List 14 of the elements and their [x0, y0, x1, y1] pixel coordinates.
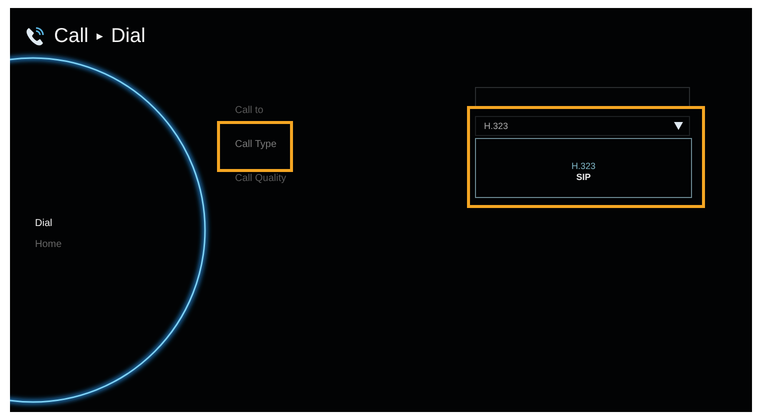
call-type-dropdown[interactable]: H.323 — [475, 116, 690, 136]
field-label: Call Quality — [235, 173, 286, 184]
sidebar-item[interactable]: Home — [35, 239, 62, 250]
field-label: Call to — [235, 105, 264, 116]
field-label: Call Type — [235, 139, 277, 150]
breadcrumb-section: Call — [54, 24, 88, 48]
sidebar-item[interactable]: Dial — [35, 218, 52, 229]
caret-down-icon — [674, 122, 683, 130]
breadcrumb-separator: ▸ — [96, 28, 103, 44]
breadcrumb-page: Dial — [110, 24, 146, 48]
phone-icon — [24, 25, 46, 47]
dropdown-option[interactable]: H.323 — [571, 161, 596, 172]
call-to-field[interactable] — [475, 87, 690, 107]
dropdown-option[interactable]: SIP — [576, 172, 591, 183]
